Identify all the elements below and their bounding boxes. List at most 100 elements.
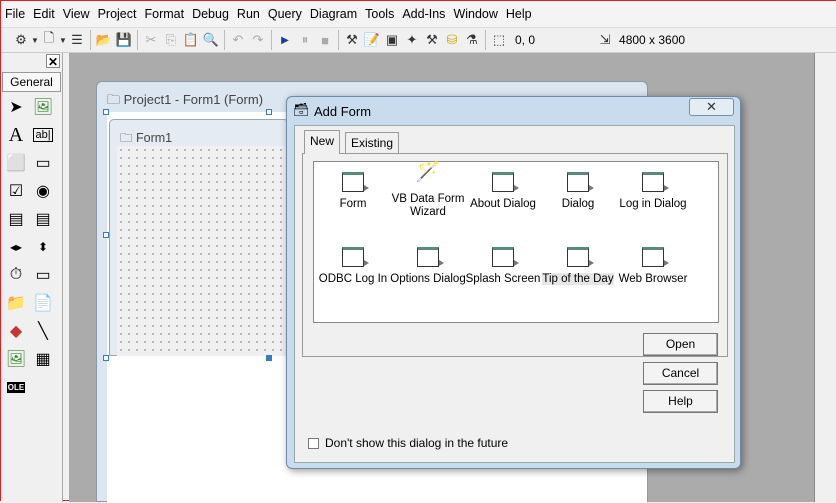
- cut-icon[interactable]: ✂: [141, 30, 161, 50]
- add-project-icon[interactable]: ⚙: [11, 30, 31, 50]
- image-icon[interactable]: 🖼: [4, 347, 28, 371]
- help-button[interactable]: Help: [643, 390, 718, 413]
- menu-tools[interactable]: Tools: [365, 7, 394, 21]
- dropdown-icon[interactable]: ▼: [31, 30, 39, 50]
- list-item[interactable]: Log in Dialog: [614, 172, 692, 211]
- size-icon: ⇲: [599, 32, 611, 47]
- menu-project[interactable]: Project: [98, 7, 137, 21]
- data-icon[interactable]: ▦: [31, 347, 55, 371]
- form-type-list: Form 🪄 VB Data Form Wizard About Dialog D…: [313, 161, 719, 323]
- menu-run[interactable]: Run: [237, 7, 260, 21]
- tab-panel: Form 🪄 VB Data Form Wizard About Dialog D…: [302, 153, 728, 357]
- list-item[interactable]: ODBC Log In: [314, 247, 392, 286]
- start-icon[interactable]: ▶: [275, 30, 295, 50]
- list-item-selected[interactable]: Tip of the Day: [539, 247, 617, 286]
- menu-editor-icon[interactable]: ☰: [67, 30, 87, 50]
- form-icon: [642, 247, 669, 267]
- properties-icon[interactable]: 📝: [362, 30, 382, 50]
- component-manager-icon[interactable]: ⚗: [462, 30, 482, 50]
- checkbox[interactable]: [308, 437, 319, 449]
- data-view-icon[interactable]: ⛁: [442, 30, 462, 50]
- list-item[interactable]: Web Browser: [614, 247, 692, 286]
- commandbutton-icon[interactable]: ▭: [31, 151, 55, 175]
- size-readout: 4800 x 3600: [619, 33, 686, 47]
- combobox-icon[interactable]: ▤: [4, 207, 28, 231]
- list-item[interactable]: Splash Screen: [464, 247, 542, 286]
- close-button[interactable]: ✕: [689, 98, 734, 116]
- project-explorer-icon[interactable]: ⚒: [342, 30, 362, 50]
- stop-icon[interactable]: ■: [315, 30, 335, 50]
- add-form-icon[interactable]: 🗋: [39, 30, 59, 50]
- resize-handle[interactable]: [103, 232, 109, 238]
- form-icon: [567, 247, 594, 267]
- form-icon: [642, 172, 669, 192]
- form-title: Form1: [135, 131, 173, 145]
- cancel-button[interactable]: Cancel: [643, 362, 718, 385]
- menu-edit[interactable]: Edit: [33, 7, 55, 21]
- menu-file[interactable]: File: [5, 7, 25, 21]
- form-designer[interactable]: 🗀 Form1: [109, 119, 289, 356]
- list-item[interactable]: Dialog: [539, 172, 617, 211]
- tab-new[interactable]: New: [304, 130, 341, 154]
- resize-handle[interactable]: [266, 109, 272, 115]
- open-button[interactable]: Open: [643, 333, 718, 356]
- menu-debug[interactable]: Debug: [192, 7, 229, 21]
- tab-general[interactable]: General: [2, 72, 61, 92]
- paste-icon[interactable]: 📋: [181, 30, 201, 50]
- dropdown-icon[interactable]: ▼: [59, 30, 67, 50]
- list-item[interactable]: Form: [314, 172, 392, 211]
- list-item[interactable]: Options Dialog: [389, 247, 467, 286]
- list-item[interactable]: About Dialog: [464, 172, 542, 211]
- list-item[interactable]: 🪄 VB Data Form Wizard: [389, 161, 467, 219]
- menu-help[interactable]: Help: [506, 7, 532, 21]
- tab-existing[interactable]: Existing: [345, 132, 400, 154]
- object-browser-icon[interactable]: ✦: [402, 30, 422, 50]
- find-icon[interactable]: 🔍: [201, 30, 221, 50]
- checkbox-icon[interactable]: ☑: [4, 179, 28, 203]
- filelistbox-icon[interactable]: 📄: [31, 291, 55, 315]
- resize-handle[interactable]: [103, 109, 109, 115]
- menu-add-ins[interactable]: Add-Ins: [402, 7, 445, 21]
- undo-icon[interactable]: ↶: [228, 30, 248, 50]
- listbox-icon[interactable]: ▤: [31, 207, 55, 231]
- side-panel: [814, 53, 836, 502]
- form-icon: [567, 172, 594, 192]
- resize-handle[interactable]: [266, 355, 272, 361]
- label-icon[interactable]: A: [4, 123, 28, 147]
- dirlistbox-icon[interactable]: 📁: [4, 291, 28, 315]
- form-icon: [492, 172, 519, 192]
- hscrollbar-icon[interactable]: ◂▸: [4, 235, 28, 259]
- copy-icon[interactable]: ⎘: [161, 30, 181, 50]
- line-icon[interactable]: ╲: [31, 319, 55, 343]
- form-layout-icon[interactable]: ▣: [382, 30, 402, 50]
- shape-icon[interactable]: ◆: [4, 319, 28, 343]
- wizard-icon: 🪄: [415, 161, 441, 183]
- optionbutton-icon[interactable]: ◉: [31, 179, 55, 203]
- timer-icon[interactable]: ⏱: [4, 263, 28, 287]
- close-icon[interactable]: ✕: [46, 54, 60, 69]
- dialog-body: New Existing Form 🪄 VB Data Form Wizard A…: [294, 125, 735, 463]
- redo-icon[interactable]: ↷: [248, 30, 268, 50]
- open-icon[interactable]: 📂: [94, 30, 114, 50]
- pause-icon[interactable]: ⏸: [295, 30, 315, 50]
- dont-show-checkbox[interactable]: Don't show this dialog in the future: [308, 436, 508, 450]
- toolbox-icon[interactable]: ⚒: [422, 30, 442, 50]
- drivelistbox-icon[interactable]: ▭: [31, 263, 55, 287]
- form-icon: [342, 247, 369, 267]
- menu-view[interactable]: View: [63, 7, 90, 21]
- picturebox-icon[interactable]: 🖼: [31, 95, 55, 119]
- menu-format[interactable]: Format: [144, 7, 184, 21]
- menu-diagram[interactable]: Diagram: [310, 7, 357, 21]
- frame-icon[interactable]: ⬜: [4, 151, 28, 175]
- resize-handle[interactable]: [103, 355, 109, 361]
- ole-icon[interactable]: OLE: [4, 375, 28, 399]
- form-icon: 🗀: [107, 92, 124, 107]
- form-icon: [417, 247, 444, 267]
- pointer-icon[interactable]: ➤: [4, 95, 28, 119]
- textbox-icon[interactable]: ab|: [31, 123, 55, 147]
- menu-query[interactable]: Query: [268, 7, 302, 21]
- save-icon[interactable]: 💾: [114, 30, 134, 50]
- vscrollbar-icon[interactable]: ⬍: [31, 235, 55, 259]
- menu-window[interactable]: Window: [453, 7, 497, 21]
- form-grid[interactable]: [117, 146, 289, 356]
